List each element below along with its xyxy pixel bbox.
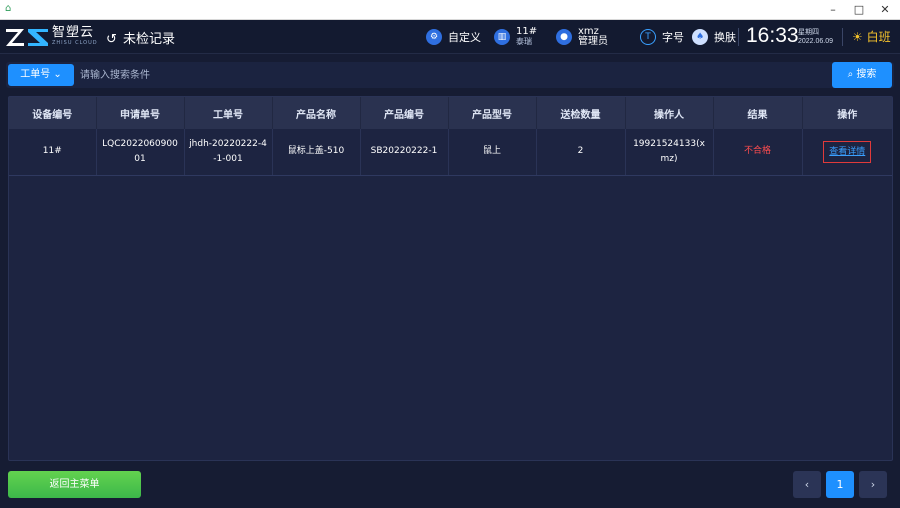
view-details-button[interactable]: 查看详情 <box>823 140 872 163</box>
record-label: 未检记录 <box>123 32 176 47</box>
station-number: 11# <box>516 26 538 37</box>
search-type-label: 工单号 <box>20 69 51 80</box>
date: 2022.06.09 <box>798 38 834 45</box>
next-page-button[interactable]: › <box>859 471 887 498</box>
gear-icon: ⚙ <box>426 29 442 45</box>
brand: 智塑云 ZHISU CLOUD <box>52 26 102 47</box>
skin-label: 换肤 <box>714 31 736 44</box>
cell-operator: 19921524133(xmz) <box>625 129 714 176</box>
search-type-dropdown[interactable]: 工单号 ⌄ <box>8 64 74 86</box>
shift-indicator: ☀ 白班 <box>852 28 891 45</box>
sun-icon: ☀ <box>852 30 863 44</box>
skin-button[interactable]: ♠ 换肤 <box>692 27 736 47</box>
back-to-main-menu-button[interactable]: 返回主菜单 <box>8 471 141 498</box>
cell-device: 11# <box>9 129 97 176</box>
unchecked-record-button[interactable]: ↺ 未检记录 <box>106 28 175 47</box>
logo-icon <box>6 29 48 46</box>
app-icon: ⌂ <box>5 3 12 14</box>
column-header: 结果 <box>713 97 803 129</box>
records-table: 设备编号 申请单号 工单号 产品名称 产品编号 产品型号 送检数量 操作人 结果… <box>9 97 892 176</box>
user-icon: ● <box>556 29 572 45</box>
station-sub: 泰瑞 <box>516 37 532 46</box>
cell-action: 查看详情 <box>802 129 892 176</box>
column-header: 工单号 <box>184 97 273 129</box>
table-header-row: 设备编号 申请单号 工单号 产品名称 产品编号 产品型号 送检数量 操作人 结果… <box>9 97 892 129</box>
column-header: 设备编号 <box>9 97 97 129</box>
chevron-down-icon: ⌄ <box>53 69 62 80</box>
search-button[interactable]: ⌕ 搜索 <box>832 62 892 88</box>
clock-time: 16:33 <box>746 24 799 47</box>
undo-icon: ↺ <box>106 32 117 47</box>
prev-page-button[interactable]: ‹ <box>793 471 821 498</box>
column-header: 产品型号 <box>448 97 537 129</box>
font-icon: T <box>640 29 656 45</box>
table-row: 11# LQC202206090001 jhdh-20220222-4-1-00… <box>9 129 892 176</box>
window-title-bar: ⌂ – □ ✕ <box>0 0 900 20</box>
shift-label: 白班 <box>866 30 891 44</box>
user-role: 管理员 <box>578 36 608 47</box>
search-bar: 工单号 ⌄ ⌕ 搜索 <box>6 62 894 88</box>
font-size-label: 字号 <box>662 31 684 44</box>
search-label: 搜索 <box>856 69 877 80</box>
font-size-button[interactable]: T 字号 <box>640 27 684 47</box>
header-divider <box>842 28 843 46</box>
column-header: 操作人 <box>625 97 714 129</box>
header-divider <box>738 28 739 46</box>
column-header: 操作 <box>802 97 892 129</box>
weekday: 星期四 <box>798 28 819 36</box>
cell-product-no: SB20220222-1 <box>360 129 449 176</box>
date-block: 星期四 2022.06.09 <box>798 28 833 46</box>
cell-order-no: jhdh-20220222-4-1-001 <box>184 129 273 176</box>
cell-qty: 2 <box>536 129 626 176</box>
cell-apply-no: LQC202206090001 <box>96 129 185 176</box>
brand-subtitle: ZHISU CLOUD <box>52 40 98 46</box>
column-header: 产品名称 <box>272 97 361 129</box>
column-header: 申请单号 <box>96 97 185 129</box>
shirt-icon: ♠ <box>692 29 708 45</box>
brand-name: 智塑云 <box>52 25 95 40</box>
cell-result: 不合格 <box>713 129 803 176</box>
user-info[interactable]: ● xmz 管理员 <box>556 27 608 47</box>
search-icon: ⌕ <box>847 69 854 80</box>
close-button[interactable]: ✕ <box>870 0 900 20</box>
book-icon: ▥ <box>494 29 510 45</box>
station-info[interactable]: ▥ 11# 泰瑞 <box>494 27 537 47</box>
cell-product-name: 鼠标上盖-510 <box>272 129 361 176</box>
records-table-panel: 设备编号 申请单号 工单号 产品名称 产品编号 产品型号 送检数量 操作人 结果… <box>8 96 893 461</box>
column-header: 产品编号 <box>360 97 449 129</box>
app-header: 智塑云 ZHISU CLOUD ↺ 未检记录 ⚙ 自定义 ▥ 11# 泰瑞 ● x… <box>0 20 900 54</box>
page-1-button[interactable]: 1 <box>826 471 854 498</box>
search-input[interactable] <box>80 64 820 86</box>
column-header: 送检数量 <box>536 97 626 129</box>
customize-label: 自定义 <box>448 31 481 44</box>
customize-button[interactable]: ⚙ 自定义 <box>426 27 481 47</box>
cell-model: 鼠上 <box>448 129 537 176</box>
